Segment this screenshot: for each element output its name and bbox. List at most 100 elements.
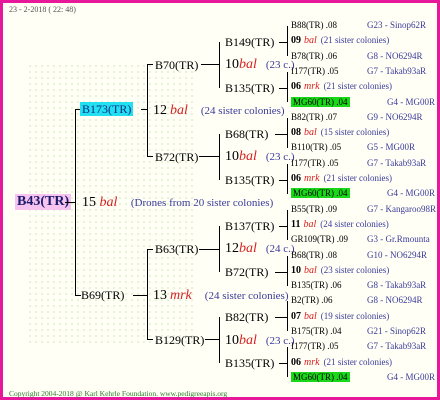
leaf-row: 09 bal (21 sister colonies) <box>291 35 389 46</box>
dam-bracket <box>147 249 148 340</box>
g2-mating-2: 12bal (24 c.) <box>225 241 295 257</box>
dam-queen[interactable]: B69(TR) <box>81 288 124 302</box>
leaf-queen[interactable]: B78(TR) .06 <box>291 51 337 61</box>
g3-4-link <box>279 226 287 227</box>
leaf-queen[interactable]: B82(TR) .07 <box>291 112 337 122</box>
dam-mating: 13 mrk (24 sister colonies) <box>153 288 288 304</box>
leaf-mating-note: (21 sister colonies) <box>323 173 393 183</box>
leaf-origin: G7 - Takab93aR <box>367 66 427 76</box>
g3-queen-3[interactable]: B135(TR) <box>225 173 274 187</box>
sire-num: 12 <box>153 103 167 118</box>
g2-0-bracket <box>219 42 220 88</box>
leaf-mating-race: bal <box>304 35 317 46</box>
g3-queen-1[interactable]: B135(TR) <box>225 81 274 95</box>
root-num: 15 <box>82 195 96 210</box>
leaf-origin: G4 - MG00R <box>387 188 436 198</box>
g3-0-link <box>279 42 287 43</box>
g3-queen-5[interactable]: B72(TR) <box>225 265 268 279</box>
leaf-mating-num: 09 <box>291 35 301 46</box>
dam-race: mrk <box>170 288 192 303</box>
g3-queen-4[interactable]: B137(TR) <box>225 219 274 233</box>
leaf-queen[interactable]: B175(TR) .04 <box>291 326 342 336</box>
g2-mating-1-race: bal <box>239 149 257 164</box>
g3-queen-0[interactable]: B149(TR) <box>225 35 274 49</box>
leaf-row: 10 bal (23 sister colonies) <box>291 265 389 276</box>
g2-mating-3-num: 10 <box>225 333 239 348</box>
leaf-mating-race: bal <box>304 265 317 276</box>
g3-queen-7[interactable]: B135(TR) <box>225 356 274 370</box>
leaf-origin: G4 - MG00R <box>387 372 436 382</box>
leaf-row: 08 bal (15 sister colonies) <box>291 127 389 138</box>
leaf-row: I177(TR) .05 G7 - Takab93aR <box>291 158 426 169</box>
leaf-origin: G5 - MG00R <box>367 142 416 152</box>
g2-0-link <box>201 64 219 65</box>
g2-mating-0-race: bal <box>239 57 257 72</box>
g2-3-connector <box>147 339 153 340</box>
leaf-queen[interactable]: I177(TR) .05 <box>291 158 339 168</box>
leaf-row: B2(TR) .06 G8 - NO6294R <box>291 295 423 306</box>
leaf-mating-note: (19 sister colonies) <box>320 311 390 321</box>
leaf-queen[interactable]: B68(TR) .08 <box>291 250 337 260</box>
leaf-origin: G7 - Takab93aR <box>367 158 427 168</box>
dam-num: 13 <box>153 288 167 303</box>
g2-queen-0[interactable]: B70(TR) <box>155 58 198 72</box>
g3-5-link <box>275 272 287 273</box>
leaf-mating-num: 10 <box>291 265 301 276</box>
leaf-queen[interactable]: B55(TR) .09 <box>291 204 337 214</box>
leaf-origin: G3 - Gr.Rmounta <box>367 234 430 244</box>
leaf-queen[interactable]: MG60(TR) .04 <box>291 372 350 382</box>
g2-3-link <box>205 339 219 340</box>
leaf-row: 06 mrk (21 sister colonies) <box>291 173 392 184</box>
leaf-row: I177(TR) .05 G7 - Takab93aR <box>291 341 426 352</box>
leaf-origin: G7 - Takab93aR <box>367 341 427 351</box>
g2-2-link <box>199 249 219 250</box>
leaf-row: I177(TR) .05 G7 - Takab93aR <box>291 66 426 77</box>
leaf-origin: G7 - Kangaroo98R <box>367 204 436 214</box>
leaf-queen[interactable]: B110(TR) .05 <box>291 142 341 152</box>
leaf-row: B135(TR) .06 G8 - Takab93aR <box>291 280 426 291</box>
leaf-row: B88(TR) .08 G23 - Sinop62R <box>291 20 426 31</box>
g2-queen-1[interactable]: B72(TR) <box>155 150 198 164</box>
leaf-queen[interactable]: MG60(TR) .04 <box>291 97 350 107</box>
g2-mating-1-num: 10 <box>225 149 239 164</box>
leaf-mating-note: (15 sister colonies) <box>320 127 390 137</box>
g3-4-bracket <box>287 210 288 240</box>
leaf-origin: G21 - Sinop62R <box>367 326 427 336</box>
leaf-row: B110(TR) .05 G5 - MG00R <box>291 142 415 153</box>
leaf-queen[interactable]: B2(TR) .06 <box>291 295 333 305</box>
leaf-queen[interactable]: MG60(TR) .04 <box>291 188 350 198</box>
leaf-row: 06 mrk (21 sister colonies) <box>291 357 392 368</box>
leaf-row: MG60(TR) .04 G4 - MG00R <box>291 97 435 108</box>
leaf-queen[interactable]: GR109(TR) .09 <box>291 234 348 244</box>
root-connector <box>65 202 75 203</box>
leaf-mating-race: bal <box>304 127 317 138</box>
g3-3-link <box>279 180 287 181</box>
root-queen[interactable]: B43(TR) <box>15 194 72 210</box>
g2-1-link <box>199 156 219 157</box>
g3-queen-6[interactable]: B82(TR) <box>225 310 268 324</box>
g2-mating-2-num: 12 <box>225 241 239 256</box>
g2-queen-2[interactable]: B63(TR) <box>155 242 198 256</box>
leaf-mating-race: bal <box>303 219 317 230</box>
g3-queen-2[interactable]: B68(TR) <box>225 127 268 141</box>
leaf-queen[interactable]: I177(TR) .05 <box>291 341 339 351</box>
g3-5-bracket <box>287 256 288 286</box>
leaf-origin: G8 - Takab93aR <box>367 280 427 290</box>
leaf-mating-num: 11 <box>291 219 301 230</box>
g2-2-connector <box>147 249 153 250</box>
g2-2-bracket <box>219 226 220 272</box>
leaf-mating-note: (21 sister colonies) <box>320 35 390 45</box>
copyright-footer: Copyright 2004-2018 @ Karl Kehrle Founda… <box>9 389 228 398</box>
leaf-queen[interactable]: B88(TR) .08 <box>291 20 337 30</box>
g3-7-bracket <box>287 347 288 377</box>
leaf-mating-note: (21 sister colonies) <box>323 81 393 91</box>
g2-queen-3[interactable]: B129(TR) <box>155 333 204 347</box>
g2-mating-0-num: 10 <box>225 57 239 72</box>
g2-1-bracket <box>219 134 220 180</box>
leaf-queen[interactable]: B135(TR) .06 <box>291 280 342 290</box>
sire-queen[interactable]: B173(TR) <box>80 102 134 116</box>
g2-mating-0: 10bal (23 c.) <box>225 57 295 73</box>
leaf-origin: G9 - NO6294R <box>367 112 423 122</box>
leaf-queen[interactable]: I177(TR) .05 <box>291 66 339 76</box>
leaf-row: MG60(TR) .04 G4 - MG00R <box>291 372 435 383</box>
